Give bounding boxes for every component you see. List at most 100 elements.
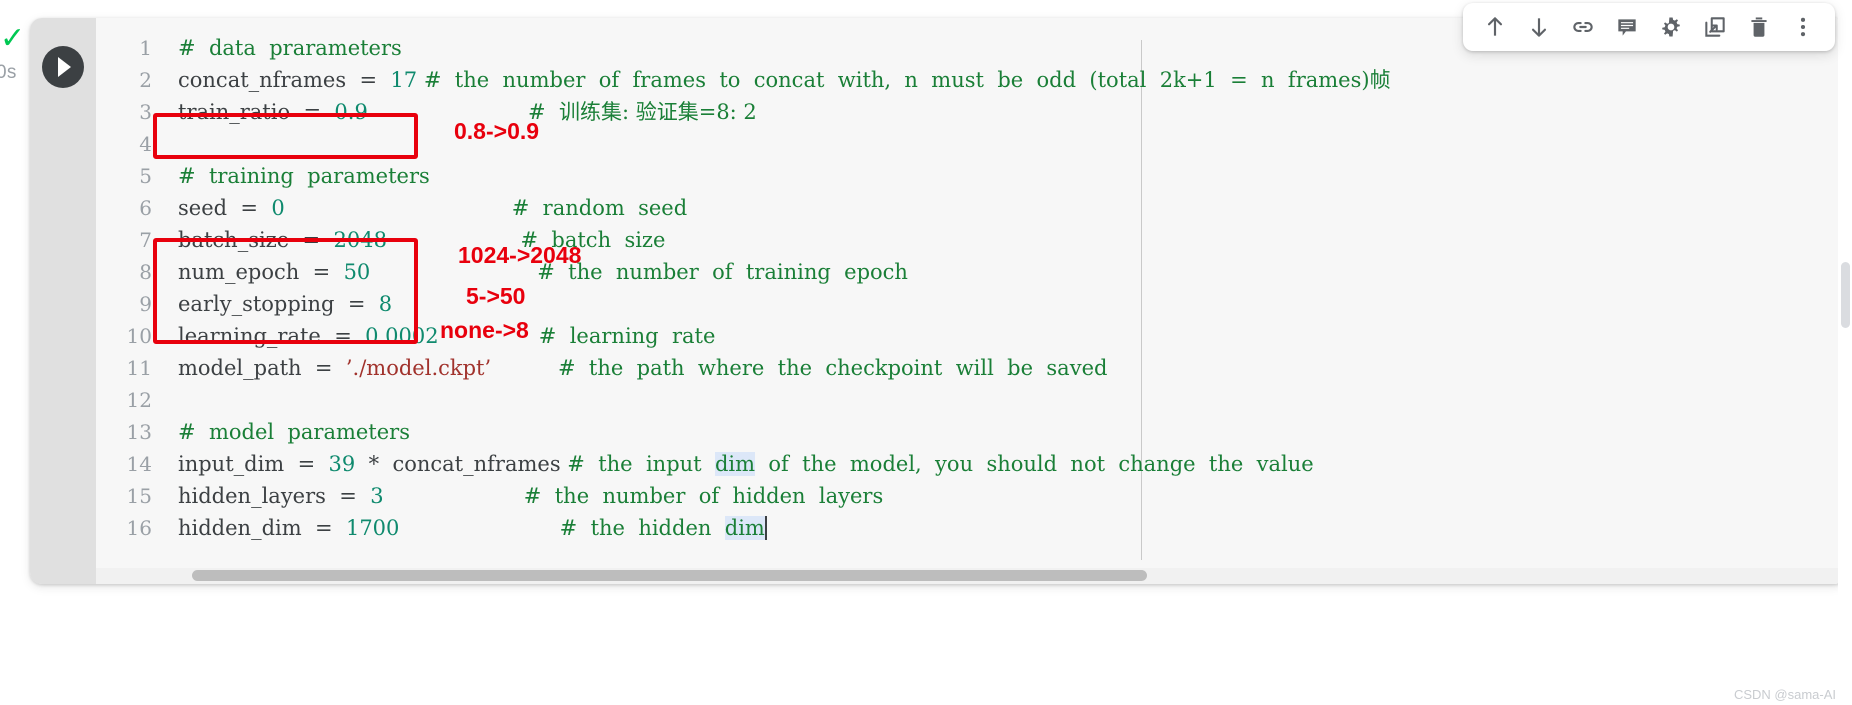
line-number: 10 (126, 324, 152, 348)
code-line-text[interactable]: concat_nframes = 17 # the number of fram… (152, 64, 1391, 96)
more-options-button[interactable] (1781, 5, 1825, 49)
line-number: 3 (139, 100, 152, 124)
line-number: 13 (126, 420, 152, 444)
line-number: 2 (139, 68, 152, 92)
code-token: batch_size = (178, 228, 334, 252)
code-line-text[interactable]: hidden_layers = 3 # the number of hidden… (152, 480, 883, 512)
delete-cell-button[interactable] (1737, 5, 1781, 49)
line-number: 5 (139, 164, 152, 188)
line-number: 7 (139, 228, 152, 252)
move-cell-down-button[interactable] (1517, 5, 1561, 49)
code-line: 9 early_stopping = 8 (96, 288, 1846, 320)
code-line: 12 (96, 384, 1846, 416)
code-line: 15 hidden_layers = 3 # the number of hidd… (96, 480, 1846, 512)
code-token: input_dim = (178, 452, 329, 476)
code-token: hidden_layers = (178, 484, 371, 508)
code-token: # the path where the checkpoint will be … (557, 356, 1108, 380)
code-token: concat_nframes = (178, 68, 391, 92)
code-token: 8 (378, 292, 393, 316)
code-token: # model parameters (178, 420, 410, 444)
code-line-text[interactable]: early_stopping = 8 (152, 288, 392, 320)
code-token: # the number of frames to concat with, n… (423, 68, 1391, 92)
code-line-text[interactable]: learning_rate = 0.0002 # learning rate (152, 320, 715, 352)
code-line-text[interactable]: # training parameters (152, 160, 430, 192)
mirror-cell-button[interactable] (1693, 5, 1737, 49)
code-line: 14 input_dim = 39 * concat_nframes # the … (96, 448, 1846, 480)
line-number: 9 (139, 292, 152, 316)
code-token: learning_rate = (178, 324, 366, 348)
code-token: train_ratio = (178, 100, 335, 124)
code-token: # data prarameters (178, 36, 402, 60)
code-token: 0 (271, 196, 285, 220)
code-editor[interactable]: 1 # data prarameters 2 concat_nframes = 17 … (96, 18, 1846, 584)
code-line: 8 num_epoch = 50 # the number of training… (96, 256, 1846, 288)
line-number: 4 (139, 132, 152, 156)
watermark-label: CSDN @sama-AI (1733, 687, 1836, 702)
comment-icon (1614, 14, 1640, 40)
code-token: num_epoch = (178, 260, 344, 284)
trash-icon (1746, 14, 1772, 40)
line-number: 12 (126, 388, 152, 412)
code-token: # 训练集: 验证集=8: 2 (528, 100, 757, 124)
line-number: 1 (139, 36, 152, 60)
code-token: # random seed (511, 196, 688, 220)
code-token: hidden_dim = (178, 516, 346, 540)
page-vertical-scrollbar[interactable] (1838, 0, 1852, 705)
code-line-text[interactable]: input_dim = 39 * concat_nframes # the in… (152, 448, 1314, 480)
cell-gutter (30, 18, 96, 584)
code-horizontal-scrollbar-thumb[interactable] (192, 570, 1147, 581)
text-cursor (764, 516, 767, 540)
line-number: 15 (126, 484, 152, 508)
line-number: 14 (126, 452, 152, 476)
cell-toolbar (1463, 3, 1835, 51)
code-line: 6 seed = 0 # random seed (96, 192, 1846, 224)
code-token: ’./model.ckpt’ (345, 356, 492, 380)
code-token: seed = (178, 196, 272, 220)
code-line-text[interactable]: hidden_dim = 1700 # the hidden dim (152, 512, 767, 544)
code-token: of the model, you should not change the … (755, 452, 1314, 476)
code-line: 2 concat_nframes = 17 # the number of fra… (96, 64, 1846, 96)
code-lines-container: 1 # data prarameters 2 concat_nframes = 17 … (96, 32, 1846, 544)
run-cell-button[interactable] (42, 46, 84, 88)
annotation-batch-size: 1024->2048 (458, 242, 582, 268)
kebab-menu-icon (1790, 14, 1816, 40)
code-token: # the input (567, 452, 715, 476)
code-token: 0.9 (334, 100, 368, 124)
code-token: # training parameters (178, 164, 430, 188)
annotation-early-stop: none->8 (440, 317, 529, 343)
code-line-text[interactable]: batch_size = 2048 # batch size (152, 224, 665, 256)
annotation-num-epoch: 5->50 (466, 283, 526, 309)
code-line-text[interactable]: model_path = ’./model.ckpt’ # the path w… (152, 352, 1107, 384)
code-token: # learning rate (538, 324, 716, 348)
code-token: model_path = (178, 356, 346, 380)
code-line: 5 # training parameters (96, 160, 1846, 192)
move-cell-up-button[interactable] (1473, 5, 1517, 49)
arrow-down-icon (1526, 14, 1552, 40)
code-token: 1700 (345, 516, 400, 540)
code-token: dim (714, 452, 756, 476)
cell-success-check-icon: ✓ (0, 21, 26, 56)
line-number: 8 (139, 260, 152, 284)
code-line-text[interactable]: # data prarameters (152, 32, 402, 64)
page-vertical-scrollbar-thumb[interactable] (1841, 262, 1850, 328)
code-line: 3 train_ratio = 0.9 # 训练集: 验证集=8: 2 (96, 96, 1846, 128)
code-horizontal-scrollbar[interactable] (96, 568, 1846, 584)
line-number: 6 (139, 196, 152, 220)
add-comment-button[interactable] (1605, 5, 1649, 49)
code-token: 3 (370, 484, 384, 508)
cell-status-column: ✓ 0s (0, 0, 30, 705)
code-line-text[interactable]: # model parameters (152, 416, 410, 448)
cell-settings-button[interactable] (1649, 5, 1693, 49)
code-line: 4 (96, 128, 1846, 160)
code-cell: 1 # data prarameters 2 concat_nframes = 17 … (30, 18, 1846, 584)
colab-notebook-page: ✓ 0s 1 # data prarameters 2 concat_nframes … (0, 0, 1852, 705)
code-token: 50 (343, 260, 371, 284)
code-token: 39 (328, 452, 356, 476)
code-token: 2048 (333, 228, 387, 252)
code-line-text[interactable]: seed = 0 # random seed (152, 192, 687, 224)
code-token: # the number of training epoch (537, 260, 908, 284)
copy-cell-link-button[interactable] (1561, 5, 1605, 49)
code-line: 10 learning_rate = 0.0002 # learning rate (96, 320, 1846, 352)
